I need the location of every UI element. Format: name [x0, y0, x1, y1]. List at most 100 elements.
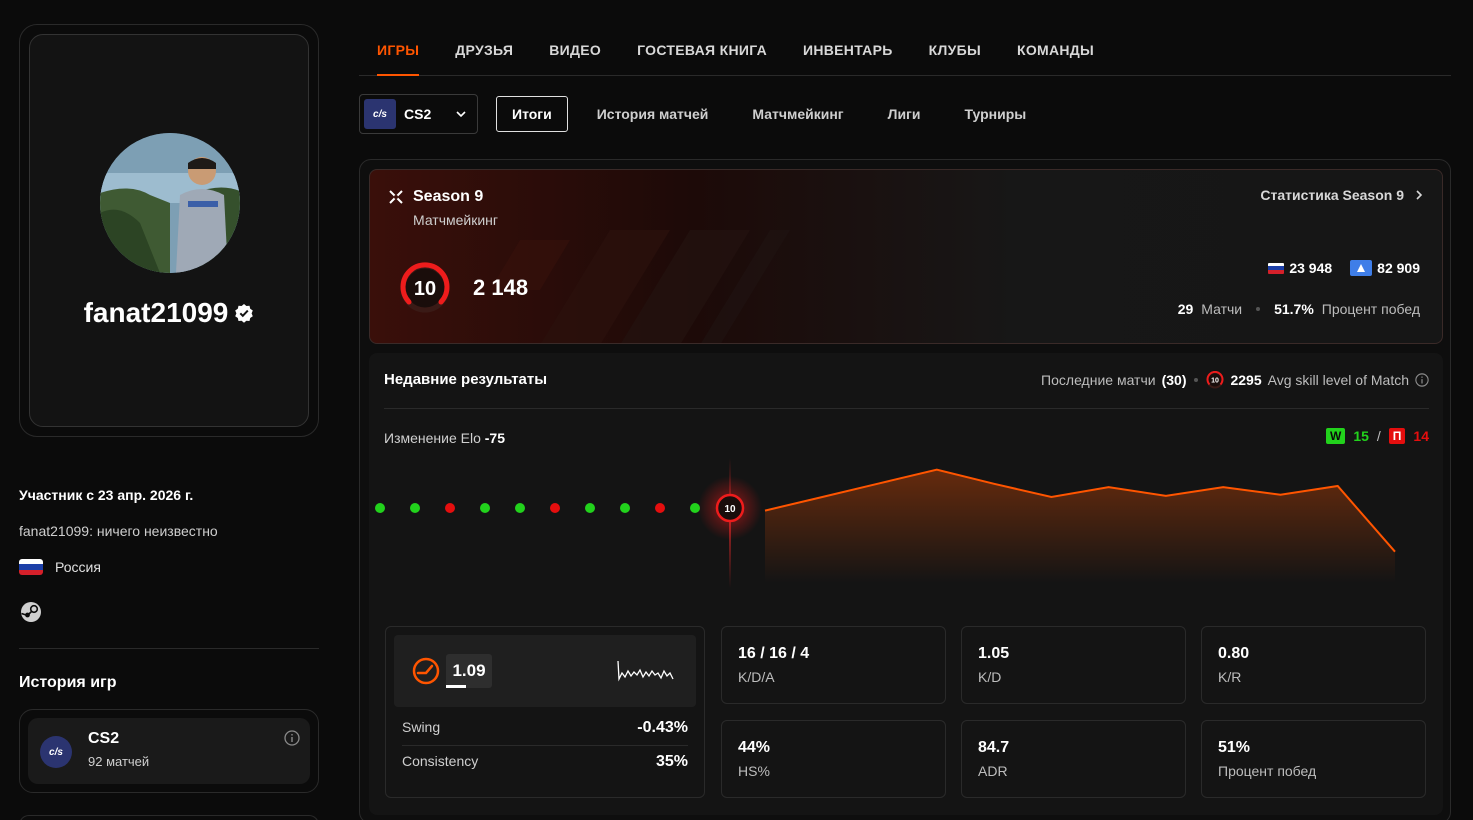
result-dot-win[interactable]: [410, 503, 420, 513]
result-dot-win[interactable]: [585, 503, 595, 513]
info-icon[interactable]: [1415, 373, 1429, 387]
recent-results-card: Недавние результаты Последние матчи (30)…: [369, 353, 1443, 815]
stat-kr: 0.80 K/R: [1201, 626, 1426, 704]
rating-card: 1.09 Swing -0.43% Consistency 35%: [385, 626, 705, 798]
tab-teams[interactable]: КОМАНДЫ: [1017, 28, 1094, 76]
member-since: Участник с 23 апр. 2026 г.: [19, 487, 194, 503]
result-dot-loss[interactable]: [655, 503, 665, 513]
chevron-right-icon: [1416, 190, 1423, 200]
consistency-value: 35%: [655, 753, 688, 770]
avg-level-value: 10: [1212, 378, 1220, 385]
game-select-dropdown[interactable]: c/s CS2: [359, 94, 478, 134]
consistency-label: Consistency: [402, 753, 479, 769]
tab-guestbook[interactable]: ГОСТЕВАЯ КНИГА: [637, 28, 767, 76]
region-rank-value: 82 909: [1377, 260, 1420, 276]
stat-value: 16 / 16 / 4: [738, 645, 810, 662]
subtab-leagues[interactable]: Лиги: [866, 96, 943, 132]
last-matches-label: Последние матчи: [1041, 372, 1156, 388]
rating-value-bar: [446, 685, 466, 688]
subtab-summary[interactable]: Итоги: [496, 96, 568, 132]
game-history-title: История игр: [19, 674, 117, 691]
game-history-item[interactable]: c/s CS2 92 матчей: [28, 718, 310, 784]
wins-badge: W: [1326, 428, 1346, 444]
cs2-logo-icon: c/s: [40, 736, 72, 768]
skill-level-icon: 10: [1206, 371, 1224, 389]
consistency-row: Consistency 35%: [402, 753, 688, 771]
stat-label: HS%: [738, 763, 770, 779]
season-matches-value: 29: [1177, 301, 1194, 317]
stat-label: Процент побед: [1218, 763, 1317, 779]
avatar[interactable]: [100, 133, 240, 273]
elo-change-label: Изменение Elo: [384, 430, 481, 446]
tab-clubs[interactable]: КЛУБЫ: [929, 28, 981, 76]
current-level-marker: 10: [698, 458, 762, 588]
season-title: Season 9: [413, 188, 484, 205]
tab-games[interactable]: ИГРЫ: [377, 28, 420, 76]
country-rank[interactable]: 23 948: [1268, 260, 1332, 276]
season-winrate-value: 51.7%: [1274, 301, 1314, 317]
stat-label: K/D/A: [738, 669, 775, 685]
result-dot-win[interactable]: [515, 503, 525, 513]
result-dot-win[interactable]: [375, 503, 385, 513]
subtab-tournaments[interactable]: Турниры: [943, 96, 1049, 132]
avg-skill-value: 2295: [1230, 372, 1262, 388]
season-cross-icon: [389, 190, 403, 204]
info-icon[interactable]: [284, 730, 300, 746]
recent-results-meta: Последние матчи (30) 10 2295 Avg skill l…: [1041, 371, 1429, 389]
result-dot-loss[interactable]: [445, 503, 455, 513]
elo-chart: 10: [375, 458, 1396, 588]
game-history-card[interactable]: c/s CS2 92 матчей: [19, 709, 319, 793]
subtab-match-history[interactable]: История матчей: [575, 96, 731, 132]
recent-divider: [384, 408, 1429, 409]
elo-change-value: -75: [484, 430, 505, 446]
page: fanat21099 Участник с 23 апр. 2026 г. fa…: [0, 0, 1473, 820]
elo-change: Изменение Elo -75: [384, 430, 505, 446]
result-dot-loss[interactable]: [550, 503, 560, 513]
rating-value: 1.09: [446, 654, 492, 688]
season-stats-link[interactable]: Статистика Season 9: [1260, 187, 1424, 203]
wl-separator: /: [1376, 428, 1381, 444]
nickname: fanat21099: [83, 297, 229, 328]
stat-value: 0.80: [1218, 645, 1250, 662]
subtab-matchmaking[interactable]: Матчмейкинг: [730, 96, 865, 132]
bio: fanat21099: ничего неизвестно: [19, 523, 218, 539]
season-matches-label: Матчи: [1201, 301, 1243, 317]
stat-kd: 1.05 K/D: [961, 626, 1186, 704]
tab-video[interactable]: ВИДЕО: [549, 28, 601, 76]
elo-area: [764, 468, 1396, 583]
country-rank-value: 23 948: [1289, 260, 1333, 276]
separator-dot: [1256, 307, 1261, 311]
nickname-row: fanat21099: [30, 297, 308, 329]
main-panel: Season 9 Матчмейкинг Статистика Season 9…: [359, 159, 1451, 820]
tab-friends[interactable]: ДРУЗЬЯ: [455, 28, 513, 76]
season-card: Season 9 Матчмейкинг Статистика Season 9…: [369, 169, 1443, 344]
stat-adr: 84.7 ADR: [961, 720, 1186, 798]
russia-flag-icon: [19, 559, 43, 575]
wins-count: 15: [1353, 428, 1369, 444]
region-rank[interactable]: 82 909: [1350, 260, 1420, 276]
sub-navigation: Итоги История матчей Матчмейкинг Лиги Ту…: [496, 96, 1048, 132]
separator-dot: [1194, 378, 1199, 382]
season-subtitle: Матчмейкинг: [413, 212, 499, 228]
game-history-matches: 92 матчей: [88, 754, 150, 769]
region-icon: [1350, 260, 1373, 276]
next-card-edge: [19, 815, 319, 820]
recent-results-title: Недавние результаты: [384, 371, 548, 388]
losses-badge: П: [1388, 428, 1406, 444]
rating-gauge-icon: [412, 657, 440, 685]
last-matches-count: (30): [1161, 372, 1187, 388]
steam-icon[interactable]: [20, 601, 42, 623]
elo-value: 2 148: [473, 275, 529, 300]
left-divider: [19, 648, 319, 649]
top-navigation: ИГРЫ ДРУЗЬЯ ВИДЕО ГОСТЕВАЯ КНИГА ИНВЕНТА…: [359, 28, 1451, 76]
result-dot-win[interactable]: [480, 503, 490, 513]
result-dot-win[interactable]: [620, 503, 630, 513]
game-history-game: CS2: [88, 730, 120, 747]
marker-line: [729, 458, 731, 588]
game-select-value: CS2: [404, 106, 432, 122]
chevron-down-icon: [456, 111, 466, 118]
cs2-logo-icon: c/s: [364, 99, 396, 129]
swing-row: Swing -0.43%: [402, 719, 688, 746]
rating-sparkline: [617, 660, 674, 682]
tab-inventory[interactable]: ИНВЕНТАРЬ: [803, 28, 893, 76]
